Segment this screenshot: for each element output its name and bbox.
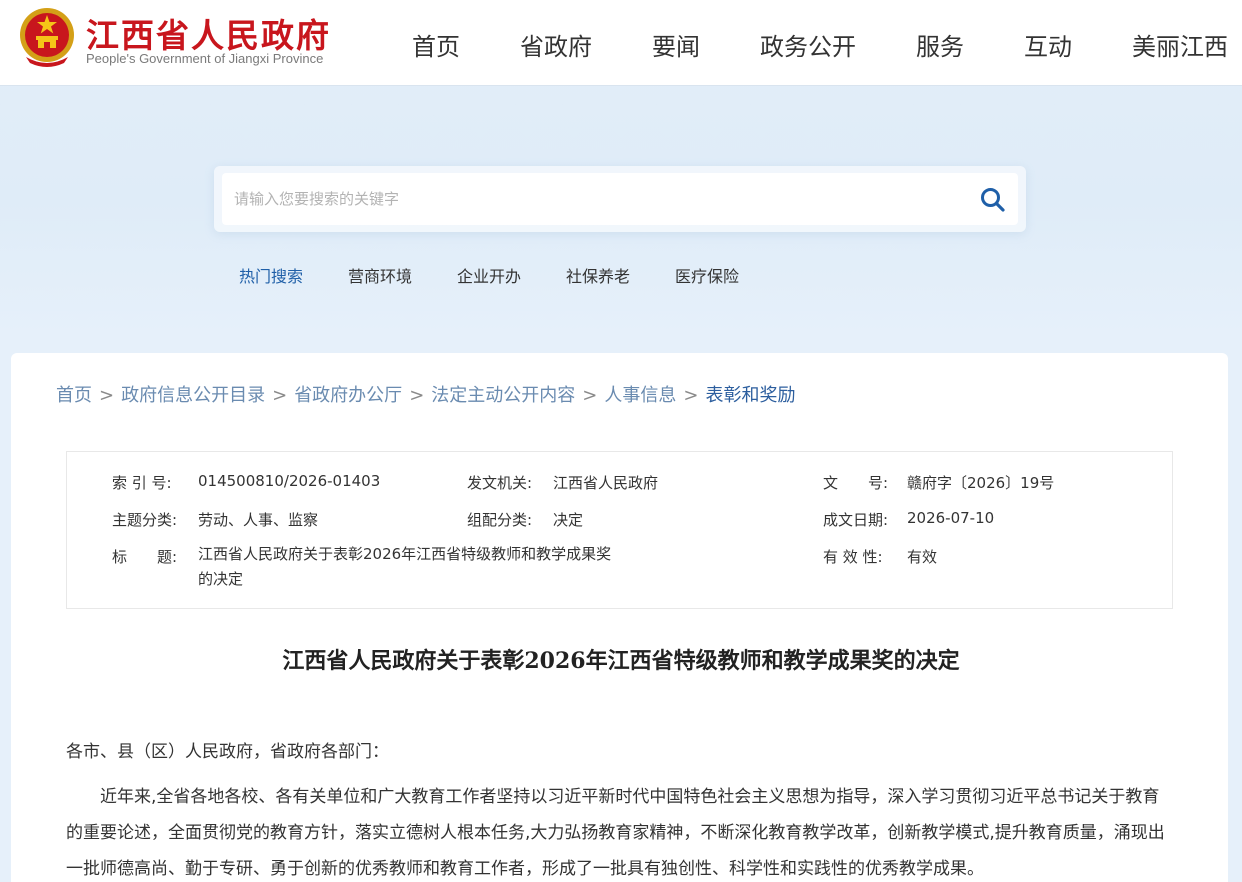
meta-validity-value: 有效 [907,548,938,566]
meta-docno-value: 赣府字〔2026〕19号 [907,474,1055,492]
breadcrumb-separator: > [409,385,425,406]
nav-services[interactable]: 服务 [916,27,964,62]
hot-search-item[interactable]: 营商环境 [348,263,412,287]
nav-interaction[interactable]: 互动 [1024,27,1072,62]
nav-news[interactable]: 要闻 [652,27,700,62]
site-header: 江西省人民政府 People's Government of Jiangxi P… [0,0,1242,86]
breadcrumb-general-office[interactable]: 省政府办公厅 [294,385,402,406]
nav-government-affairs[interactable]: 政务公开 [760,27,856,62]
site-title[interactable]: 江西省人民政府 [86,9,331,57]
meta-index-value: 014500810/2026-01403 [198,472,381,490]
breadcrumb-separator: > [99,385,115,406]
search-icon[interactable] [978,185,1008,215]
document-paragraph: 近年来,全省各地各校、各有关单位和广大教育工作者坚持以习近平新时代中国特色社会主… [66,787,1165,879]
hot-search-item[interactable]: 医疗保险 [675,263,739,287]
document-metadata-table: 索 引 号: 014500810/2026-01403 发文机关: 江西省人民政… [66,451,1173,609]
breadcrumb-separator: > [683,385,699,406]
breadcrumb-current[interactable]: 表彰和奖励 [705,385,795,406]
meta-issuer-label: 发文机关: [467,474,533,492]
hot-search-row: 热门搜索 营商环境 企业开办 社保养老 医疗保险 [0,263,1242,287]
breadcrumb: 首页 > 政府信息公开目录 > 省政府办公厅 > 法定主动公开内容 > 人事信息 > 表彰和奖励 [56,381,795,407]
meta-topic-label: 主题分类: [112,511,178,529]
meta-date-value: 2026-07-10 [907,509,995,527]
breadcrumb-separator: > [272,385,288,406]
nav-home[interactable]: 首页 [412,27,460,62]
breadcrumb-personnel-info[interactable]: 人事信息 [604,385,676,406]
national-emblem-icon[interactable] [16,5,78,69]
breadcrumb-home[interactable]: 首页 [56,385,92,406]
nav-beautiful-jiangxi[interactable]: 美丽江西 [1132,27,1228,62]
search-field-wrapper [222,173,1018,225]
meta-docno-label: 文 号: [823,474,889,492]
meta-category-value: 决定 [553,511,584,529]
search-box [214,166,1026,232]
hot-search-item[interactable]: 企业开办 [457,263,521,287]
meta-date-label: 成文日期: [823,511,889,529]
document-title: 江西省人民政府关于表彰2026年江西省特级教师和教学成果奖的决定 [282,648,960,674]
nav-provincial-government[interactable]: 省政府 [520,27,592,62]
site-title-english: People's Government of Jiangxi Province [86,51,324,66]
meta-category-label: 组配分类: [467,511,533,529]
search-input[interactable] [234,181,934,217]
meta-topic-value: 劳动、人事、监察 [198,511,319,529]
breadcrumb-info-directory[interactable]: 政府信息公开目录 [121,385,265,406]
document-salutation: 各市、县（区）人民政府，省政府各部门： [66,742,389,762]
breadcrumb-statutory-content[interactable]: 法定主动公开内容 [431,385,575,406]
meta-title-label: 标 题: [112,548,178,566]
meta-title-value: 江西省人民政府关于表彰2026年江西省特级教师和教学成果奖的决定 [198,545,612,588]
hot-search-label[interactable]: 热门搜索 [239,263,303,287]
meta-issuer-value: 江西省人民政府 [553,474,659,492]
hot-search-item[interactable]: 社保养老 [566,263,630,287]
breadcrumb-separator: > [582,385,598,406]
meta-index-label: 索 引 号: [112,474,172,492]
meta-validity-label: 有 效 性: [823,548,883,566]
